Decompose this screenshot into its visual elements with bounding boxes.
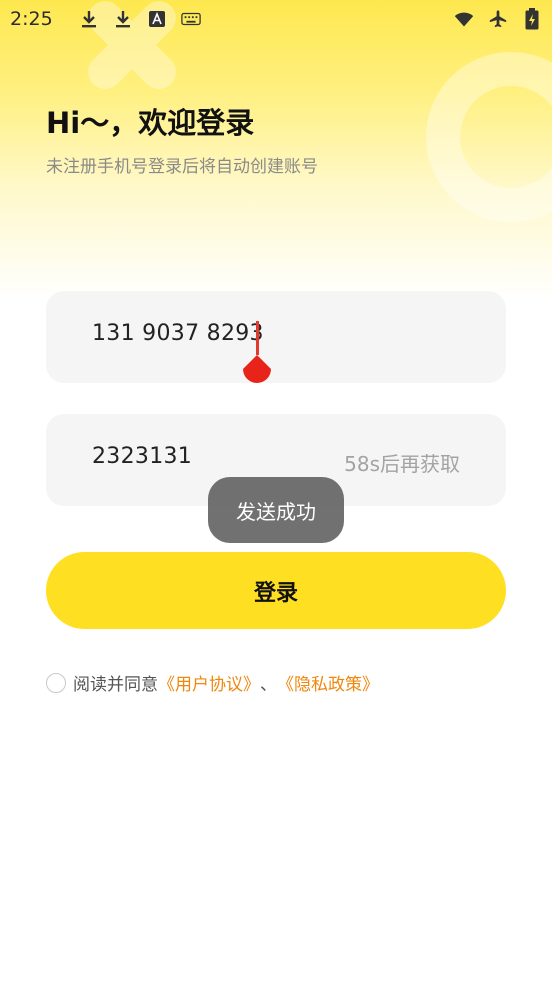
download-icon: [113, 9, 133, 29]
text-a-icon: [147, 9, 167, 29]
privacy-policy-link[interactable]: 《隐私政策》: [277, 670, 379, 695]
decorative-ring-shape: [426, 52, 552, 222]
phone-number-input[interactable]: 131 9037 8293: [46, 291, 506, 383]
toast-message: 发送成功: [208, 477, 344, 543]
text-cursor: [256, 321, 259, 355]
header-background: [0, 0, 552, 300]
keyboard-icon: [180, 9, 201, 29]
status-time: 2:25: [10, 8, 53, 30]
status-bar: 2:25: [0, 0, 552, 38]
cursor-handle[interactable]: [242, 355, 272, 385]
page-title: Hi～，欢迎登录: [46, 106, 255, 140]
airplane-mode-icon: [488, 9, 508, 29]
page-subtitle: 未注册手机号登录后将自动创建账号: [46, 157, 318, 177]
agreement-separator: 、: [260, 675, 277, 695]
user-agreement-link[interactable]: 《用户协议》: [158, 670, 260, 695]
download-icon: [79, 9, 99, 29]
login-button[interactable]: 登录: [46, 552, 506, 629]
phone-number-value[interactable]: 131 9037 8293: [92, 321, 264, 346]
verification-code-value[interactable]: 2323131: [92, 444, 192, 469]
agreement-checkbox[interactable]: [46, 672, 66, 693]
wifi-icon: [454, 9, 474, 29]
agreement-row: 阅读并同意 《用户协议》 、 《隐私政策》: [46, 670, 379, 695]
agreement-prefix: 阅读并同意: [73, 675, 158, 695]
resend-code-countdown: 58s后再获取: [344, 452, 460, 476]
battery-charging-icon: [522, 8, 542, 30]
